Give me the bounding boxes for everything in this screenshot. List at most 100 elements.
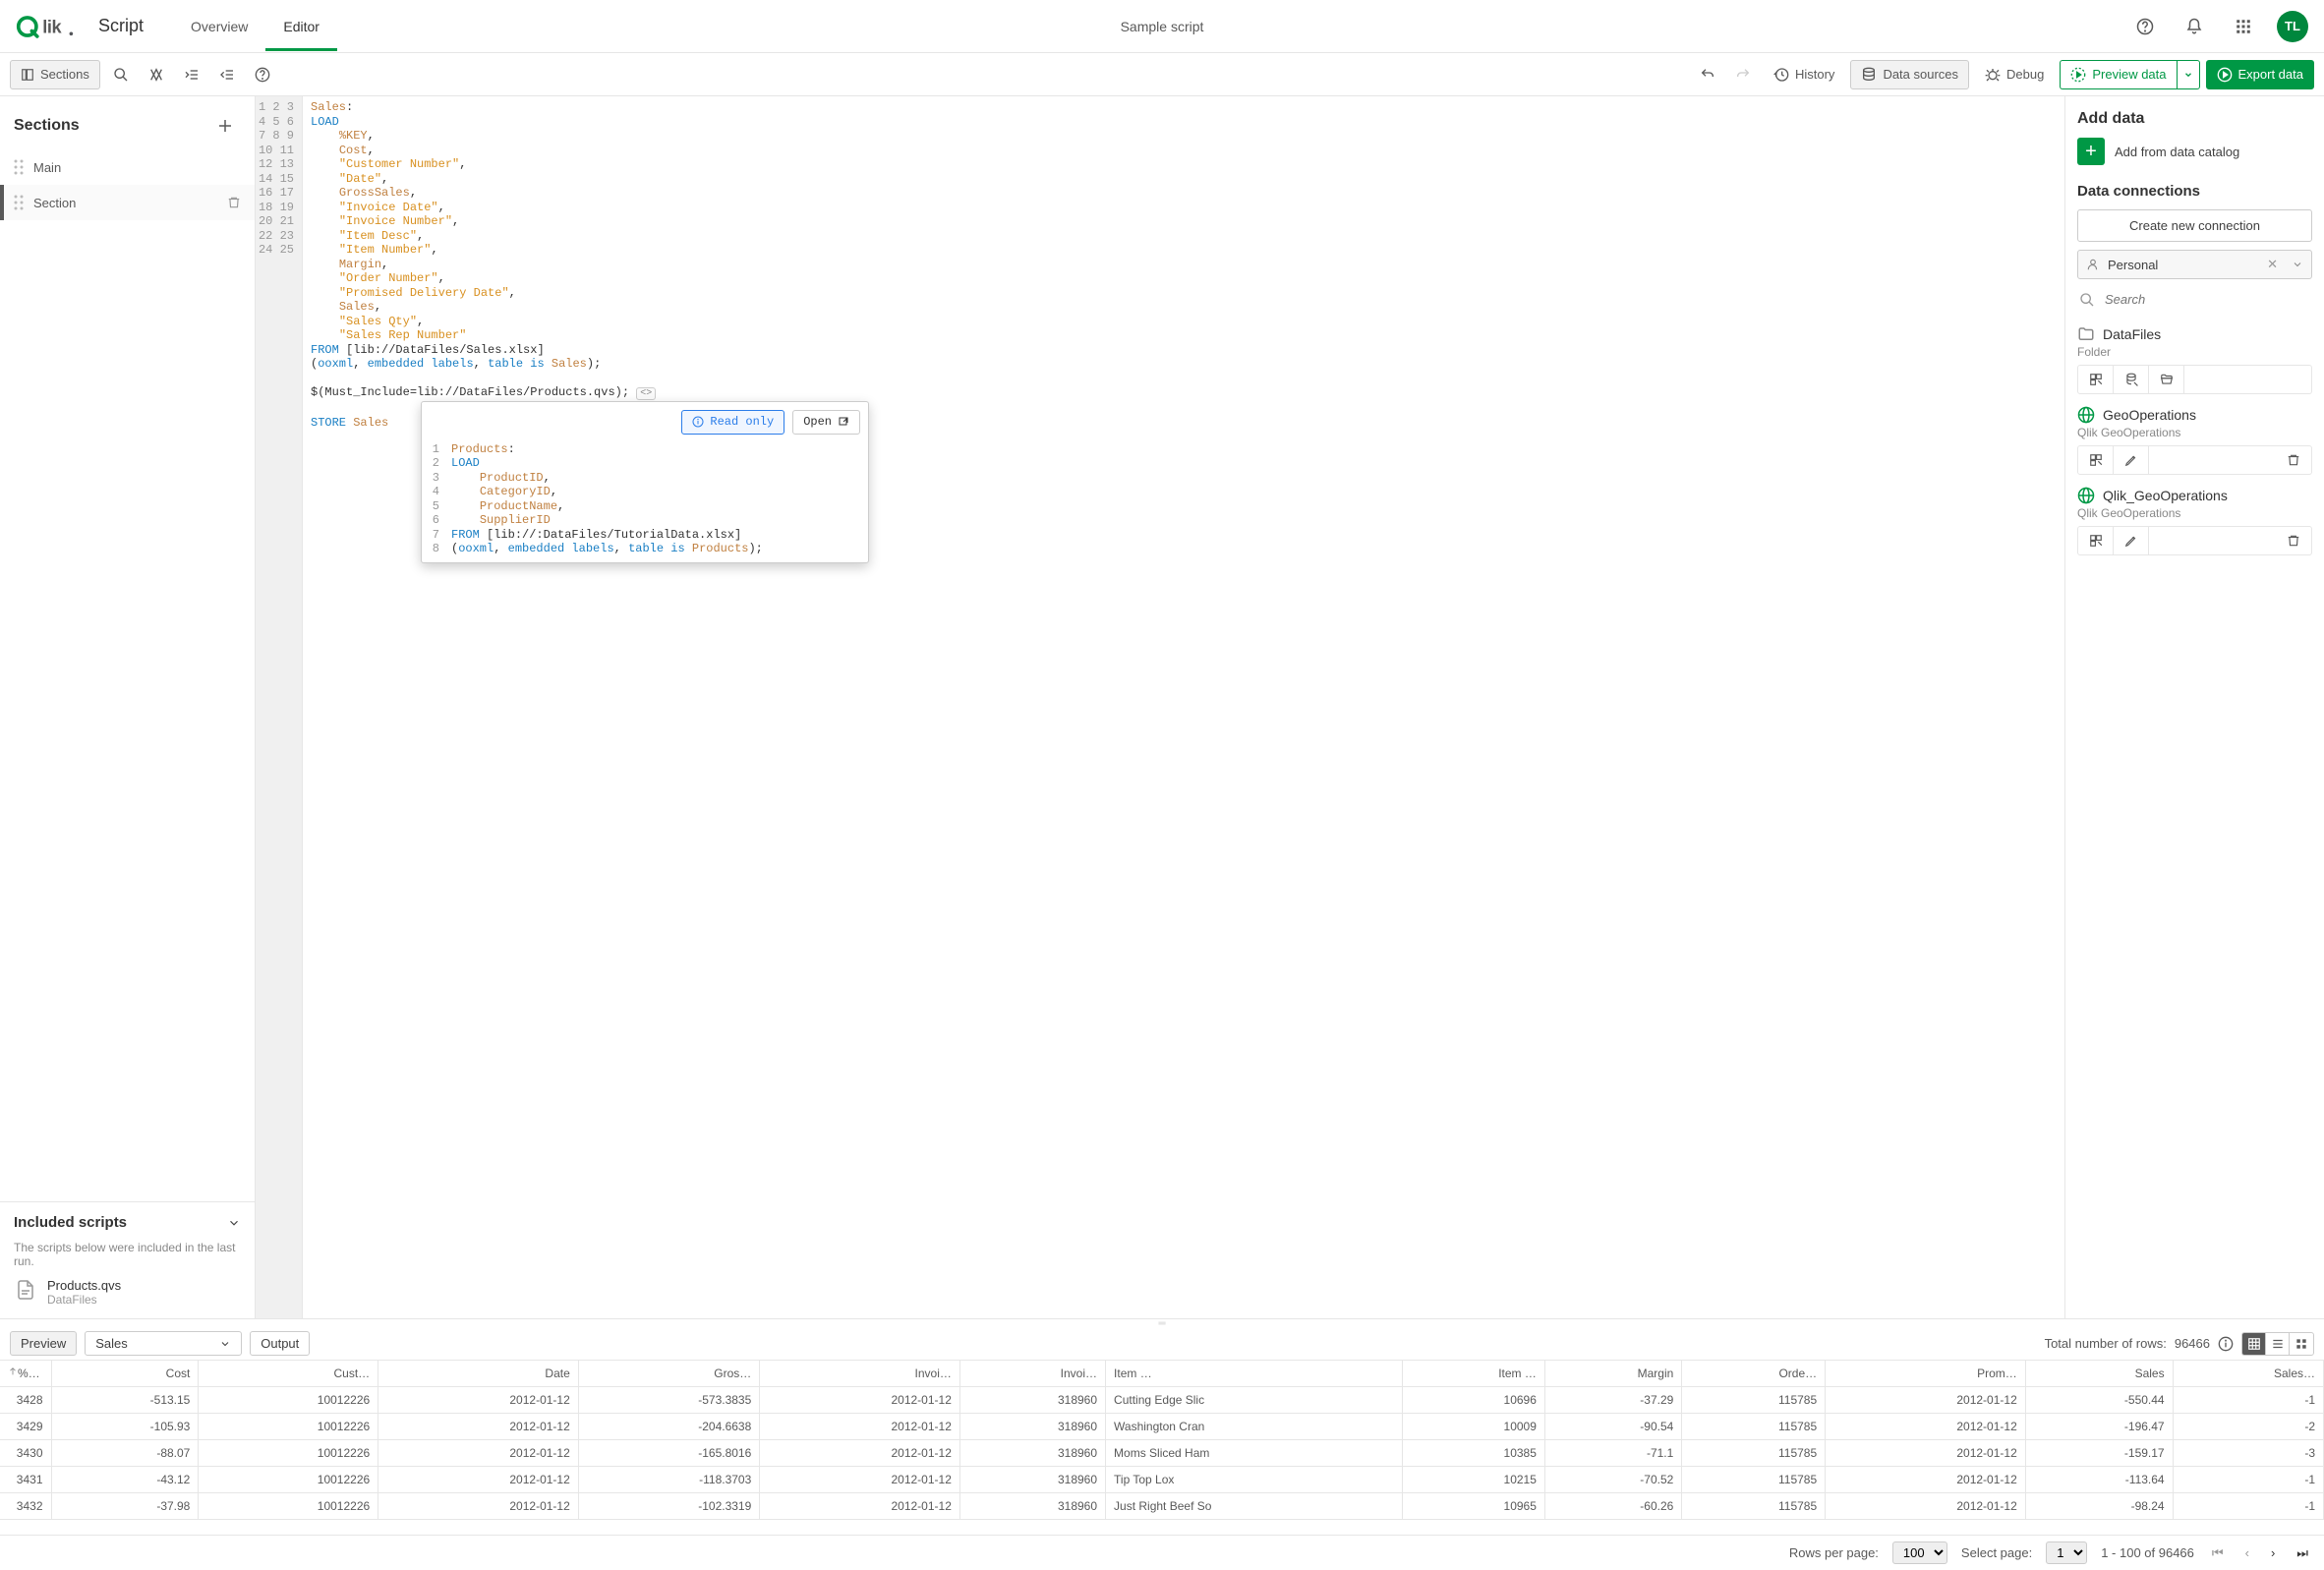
- resize-handle[interactable]: ═: [0, 1319, 2324, 1327]
- page-select[interactable]: 1: [2046, 1541, 2087, 1564]
- col-header[interactable]: Margin: [1544, 1361, 1681, 1387]
- cell: 10696: [1403, 1387, 1545, 1414]
- view-list-icon[interactable]: [2266, 1333, 2290, 1355]
- select-data-icon[interactable]: [2078, 446, 2114, 474]
- connection-actions: [2077, 445, 2312, 475]
- create-connection-button[interactable]: Create new connection: [2077, 209, 2312, 242]
- help2-icon[interactable]: [248, 60, 277, 89]
- search-icon[interactable]: [106, 60, 136, 89]
- view-grid-icon[interactable]: [2290, 1333, 2313, 1355]
- indent-icon[interactable]: [177, 60, 206, 89]
- cell: 10215: [1403, 1467, 1545, 1493]
- edit-icon[interactable]: [2114, 446, 2149, 474]
- cell: -3: [2173, 1440, 2323, 1467]
- preview-dropdown-button[interactable]: [2177, 60, 2200, 89]
- select-data-icon[interactable]: [2078, 366, 2114, 393]
- tabs: Overview Editor: [173, 2, 337, 51]
- insert-script-icon[interactable]: [2114, 366, 2149, 393]
- info-icon[interactable]: [2218, 1336, 2234, 1352]
- cell: 318960: [959, 1387, 1105, 1414]
- included-item[interactable]: Products.qvs DataFiles: [14, 1278, 241, 1307]
- chevron-down-icon[interactable]: [2292, 259, 2303, 270]
- cell: -159.17: [2025, 1440, 2173, 1467]
- table-select[interactable]: Sales: [85, 1331, 242, 1356]
- select-data-icon[interactable]: [2078, 527, 2114, 554]
- col-header[interactable]: Sales: [2025, 1361, 2173, 1387]
- col-header[interactable]: Gros…: [578, 1361, 760, 1387]
- col-header[interactable]: Sales…: [2173, 1361, 2323, 1387]
- prev-page-icon[interactable]: ‹: [2241, 1545, 2253, 1560]
- add-data-title: Add data: [2077, 110, 2312, 128]
- col-header[interactable]: Invoi…: [959, 1361, 1105, 1387]
- rows-per-page-select[interactable]: 100: [1892, 1541, 1947, 1564]
- undo-icon[interactable]: [1693, 60, 1722, 89]
- data-grid[interactable]: %KEYCostCust…DateGros…Invoi…Invoi…Item ……: [0, 1360, 2324, 1535]
- edit-icon[interactable]: [2114, 527, 2149, 554]
- editor[interactable]: 1 2 3 4 5 6 7 8 9 10 11 12 13 14 15 16 1…: [256, 96, 2064, 1318]
- connection-name: GeoOperations: [2103, 407, 2196, 423]
- table-row[interactable]: 3429-105.93100122262012-01-12-204.663820…: [0, 1414, 2324, 1440]
- cell: 115785: [1682, 1414, 1826, 1440]
- table-row[interactable]: 3432-37.98100122262012-01-12-102.3319201…: [0, 1493, 2324, 1520]
- add-section-button[interactable]: [209, 110, 241, 142]
- preview-data-button[interactable]: Preview data: [2060, 60, 2176, 89]
- output-button[interactable]: Output: [250, 1331, 310, 1356]
- comment-icon[interactable]: [142, 60, 171, 89]
- logo[interactable]: lik: [16, 13, 75, 40]
- code[interactable]: Sales: LOAD %KEY, Cost, "Customer Number…: [303, 96, 2064, 1318]
- search-input[interactable]: [2103, 291, 2310, 308]
- help-icon[interactable]: [2129, 11, 2161, 42]
- open-button[interactable]: Open: [792, 410, 860, 435]
- cell: Tip Top Lox: [1106, 1467, 1403, 1493]
- col-header[interactable]: Orde…: [1682, 1361, 1826, 1387]
- col-header[interactable]: Cost: [51, 1361, 199, 1387]
- globe-icon: [2077, 487, 2095, 504]
- add-from-catalog-button[interactable]: + Add from data catalog: [2077, 138, 2312, 165]
- col-header[interactable]: Prom…: [1826, 1361, 2026, 1387]
- table-row[interactable]: 3428-513.15100122262012-01-12-573.383520…: [0, 1387, 2324, 1414]
- col-header[interactable]: Cust…: [199, 1361, 378, 1387]
- bell-icon[interactable]: [2179, 11, 2210, 42]
- cell: 10012226: [199, 1414, 378, 1440]
- tab-editor[interactable]: Editor: [265, 2, 337, 51]
- cell: -98.24: [2025, 1493, 2173, 1520]
- outdent-icon[interactable]: [212, 60, 242, 89]
- last-page-icon[interactable]: ⏭: [2293, 1545, 2312, 1561]
- export-data-button[interactable]: Export data: [2206, 60, 2315, 89]
- redo-icon[interactable]: [1728, 60, 1758, 89]
- section-item-section[interactable]: Section: [0, 185, 255, 220]
- cell: 2012-01-12: [1826, 1493, 2026, 1520]
- tab-overview[interactable]: Overview: [173, 2, 265, 51]
- cell: -113.64: [2025, 1467, 2173, 1493]
- delete-icon[interactable]: [2276, 527, 2311, 554]
- sections-button[interactable]: Sections: [10, 60, 100, 89]
- sort-indicator[interactable]: %KEY: [0, 1361, 51, 1387]
- col-header[interactable]: Item …: [1106, 1361, 1403, 1387]
- next-page-icon[interactable]: ›: [2267, 1545, 2279, 1560]
- first-page-icon[interactable]: ⏮: [2208, 1545, 2228, 1561]
- space-selector[interactable]: Personal ✕: [2077, 250, 2312, 279]
- preview-button[interactable]: Preview: [10, 1331, 77, 1356]
- cell: 10009: [1403, 1414, 1545, 1440]
- chevron-down-icon[interactable]: [227, 1216, 241, 1230]
- avatar[interactable]: TL: [2277, 11, 2308, 42]
- table-row[interactable]: 3430-88.07100122262012-01-12-165.8016201…: [0, 1440, 2324, 1467]
- cell: -513.15: [51, 1387, 199, 1414]
- section-item-main[interactable]: Main: [0, 149, 255, 185]
- clear-icon[interactable]: ✕: [2267, 257, 2278, 272]
- col-header[interactable]: Date: [378, 1361, 579, 1387]
- cell: 2012-01-12: [760, 1493, 960, 1520]
- view-table-icon[interactable]: [2242, 1333, 2266, 1355]
- delete-icon[interactable]: [2276, 446, 2311, 474]
- apps-icon[interactable]: [2228, 11, 2259, 42]
- open-folder-icon[interactable]: [2149, 366, 2184, 393]
- delete-icon[interactable]: [227, 196, 241, 209]
- history-button[interactable]: History: [1764, 60, 1844, 89]
- col-header[interactable]: Item …: [1403, 1361, 1545, 1387]
- table-row[interactable]: 3431-43.12100122262012-01-12-118.3703201…: [0, 1467, 2324, 1493]
- debug-button[interactable]: Debug: [1975, 60, 2054, 89]
- search-icon[interactable]: [2079, 292, 2095, 308]
- col-header[interactable]: Invoi…: [760, 1361, 960, 1387]
- data-sources-button[interactable]: Data sources: [1850, 60, 1969, 89]
- svg-text:lik: lik: [42, 17, 62, 36]
